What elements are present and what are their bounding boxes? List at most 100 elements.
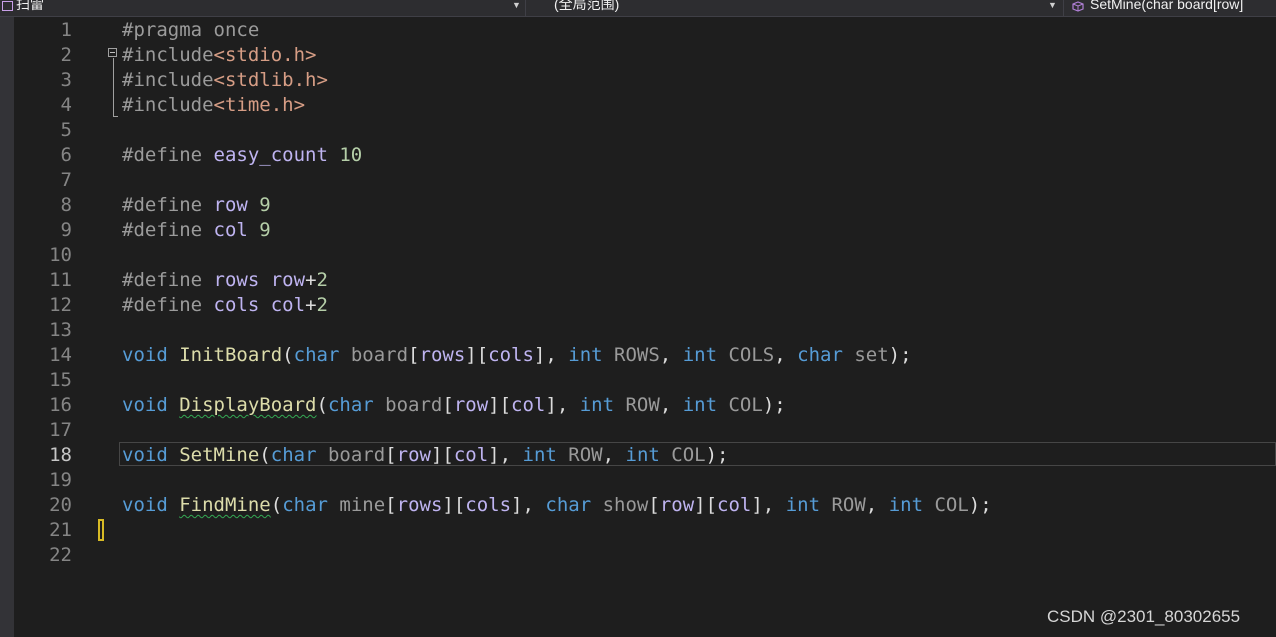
code-line[interactable]: 14 void InitBoard(char board[rows][cols],… [0, 343, 1276, 368]
code-line[interactable]: 1 #pragma once [0, 18, 1276, 43]
code-line[interactable]: 11 #define rows row+2 [0, 268, 1276, 293]
code-token: int [568, 344, 603, 366]
code-token: cols [465, 494, 512, 516]
code-token: ( [282, 344, 294, 366]
code-token: rows [213, 269, 260, 291]
code-token: row [659, 494, 695, 516]
line-number: 7 [60, 169, 72, 191]
code-line[interactable]: 2 #include<stdio.h> [0, 43, 1276, 68]
code-text: #define easy_count 10 [122, 143, 362, 168]
line-number: 18 [49, 444, 72, 466]
code-token: int [785, 494, 821, 516]
code-line[interactable]: 16 void DisplayBoard(char board[row][col]… [0, 393, 1276, 418]
code-token: <stdio.h> [213, 44, 317, 66]
member-dropdown-label: SetMine(char board[row] [1090, 0, 1244, 12]
code-line[interactable]: 10 [0, 243, 1276, 268]
code-line[interactable]: 4 #include<time.h> [0, 93, 1276, 118]
code-line[interactable]: 22 [0, 543, 1276, 568]
code-token: cols [213, 294, 260, 316]
code-line[interactable]: 21 [0, 518, 1276, 543]
watermark: CSDN @2301_80302655 [1047, 607, 1241, 626]
project-icon [2, 1, 13, 11]
code-token: ); [888, 344, 912, 366]
line-number: 10 [49, 244, 72, 266]
code-token: 9 [259, 219, 271, 241]
line-number: 20 [49, 494, 72, 516]
line-number: 15 [49, 369, 72, 391]
scope-dropdown[interactable]: (全局范围) ▼ [530, 0, 1064, 16]
code-text: void FindMine(char mine[rows][cols], cha… [122, 493, 992, 518]
code-line[interactable]: 17 [0, 418, 1276, 443]
code-text: #define row 9 [122, 193, 271, 218]
code-token: void [122, 394, 168, 416]
code-line[interactable]: 8 #define row 9 [0, 193, 1276, 218]
code-token: int [888, 494, 924, 516]
code-token: ( [270, 494, 283, 516]
code-token: <stdlib.h> [213, 69, 328, 91]
code-token: ROW [625, 394, 660, 416]
code-token: int [682, 394, 718, 416]
code-token: 2 [316, 294, 328, 316]
project-dropdown-label: 扫雷 [16, 0, 44, 12]
code-token: col [511, 394, 546, 416]
code-token: ( [316, 394, 328, 416]
text-cursor [98, 519, 104, 541]
code-token: show [602, 494, 649, 516]
code-text: #define col 9 [122, 218, 271, 243]
code-line[interactable]: 19 [0, 468, 1276, 493]
code-line[interactable]: 20 void FindMine(char mine[rows][cols], c… [0, 493, 1276, 518]
line-number: 12 [49, 294, 72, 316]
code-token: ], [511, 494, 546, 516]
chevron-down-icon: ▼ [1048, 0, 1057, 10]
current-line-highlight [119, 442, 1276, 466]
line-number: 17 [49, 419, 72, 441]
code-token: rows [396, 494, 443, 516]
code-token: FindMine [179, 494, 271, 516]
member-dropdown[interactable]: SetMine(char board[row] [1068, 0, 1276, 16]
code-line[interactable]: 6 #define easy_count 10 [0, 143, 1276, 168]
code-line[interactable]: 12 #define cols col+2 [0, 293, 1276, 318]
code-text: void InitBoard(char board[rows][cols], i… [122, 343, 912, 368]
code-token: , [774, 344, 798, 366]
code-token: col [213, 219, 248, 241]
code-token: ROW [831, 494, 866, 516]
code-token: COLS [728, 344, 775, 366]
code-token: #define [122, 194, 214, 216]
code-token: rows [419, 344, 466, 366]
code-token: #define [122, 144, 214, 166]
code-line[interactable]: 7 [0, 168, 1276, 193]
code-line[interactable]: 9 #define col 9 [0, 218, 1276, 243]
code-line[interactable]: 5 [0, 118, 1276, 143]
code-token: InitBoard [179, 344, 283, 366]
code-token: #include [122, 44, 214, 66]
code-token: void [122, 344, 168, 366]
code-token: , [659, 344, 683, 366]
code-line[interactable]: 15 [0, 368, 1276, 393]
code-token: [ [385, 494, 397, 516]
code-line[interactable]: 3 #include<stdlib.h> [0, 68, 1276, 93]
code-token: + [305, 294, 317, 316]
code-token: #define [122, 219, 214, 241]
project-dropdown[interactable]: 扫雷 ▼ [0, 0, 526, 16]
collapse-icon[interactable] [108, 48, 117, 57]
code-text: #define rows row+2 [122, 268, 328, 293]
code-token: DisplayBoard [179, 394, 317, 416]
code-token: ], [533, 344, 569, 366]
code-line[interactable]: 13 [0, 318, 1276, 343]
code-token: ][ [465, 344, 489, 366]
line-number: 5 [60, 119, 72, 141]
code-token: ROWS [614, 344, 660, 366]
line-number: 3 [60, 69, 72, 91]
line-number: 14 [49, 344, 72, 366]
line-number: 13 [49, 319, 72, 341]
